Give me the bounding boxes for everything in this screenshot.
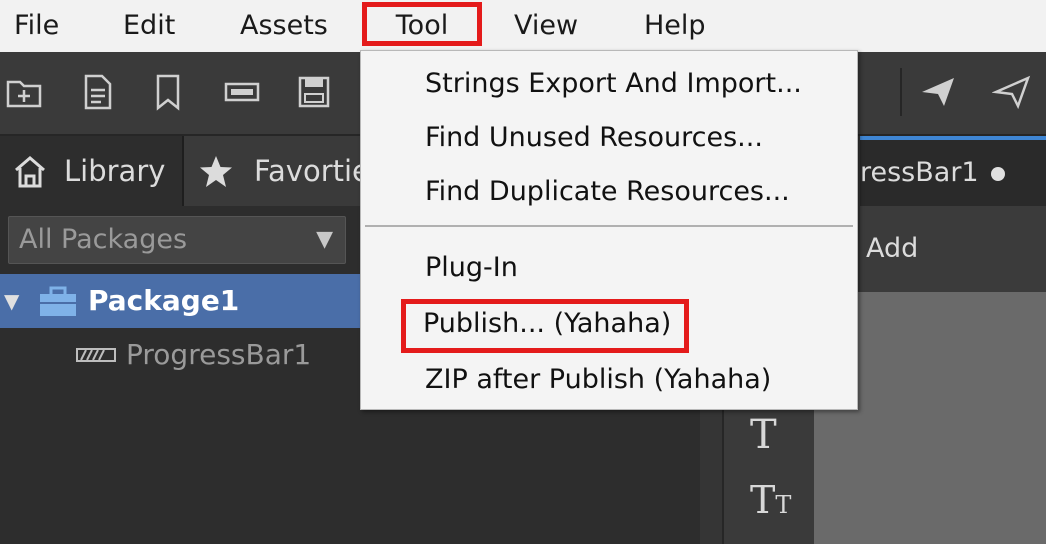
bookmark-icon[interactable] [148, 72, 188, 112]
new-folder-icon[interactable] [4, 72, 44, 112]
menu-assets[interactable]: Assets [240, 0, 340, 52]
publish-icon[interactable] [918, 72, 958, 112]
save-icon[interactable] [294, 72, 334, 112]
tab-library[interactable]: Library [0, 136, 184, 206]
library-icon [15, 156, 45, 188]
component-name: ProgressBar1 [126, 338, 312, 371]
document-tab[interactable]: ressBar1 [860, 136, 1046, 206]
add-button[interactable]: Add [860, 206, 1046, 292]
menu-plug-in[interactable]: Plug-In [425, 243, 518, 293]
star-icon [200, 156, 232, 187]
menu-edit[interactable]: Edit [123, 0, 193, 52]
tab-favorites[interactable]: Favorties [184, 136, 385, 206]
expand-arrow-icon[interactable]: ▼ [4, 274, 19, 328]
text-icon[interactable]: T [750, 412, 777, 458]
menu-find-duplicate-resources[interactable]: Find Duplicate Resources... [425, 167, 790, 217]
new-component-icon[interactable] [222, 72, 262, 112]
add-label: Add [866, 233, 919, 264]
tool-menu-dropdown: Strings Export And Import... Find Unused… [360, 50, 858, 410]
menu-separator [365, 225, 853, 227]
rich-text-icon[interactable]: TT [750, 478, 791, 522]
menu-strings-export-import[interactable]: Strings Export And Import... [425, 59, 802, 109]
chevron-down-icon: ▼ [316, 227, 333, 252]
menu-view[interactable]: View [514, 0, 594, 52]
menu-zip-after-publish[interactable]: ZIP after Publish (Yahaha) [425, 355, 771, 405]
menu-file[interactable]: File [14, 0, 74, 52]
progressbar-icon [76, 348, 116, 362]
unsaved-dot-icon [990, 166, 1005, 181]
package-filter-value: All Packages [19, 224, 188, 255]
publish-all-icon[interactable] [991, 72, 1032, 112]
package-filter-select[interactable]: All Packages ▼ [8, 216, 346, 264]
package-icon [40, 286, 76, 316]
menu-tool[interactable]: Tool [362, 2, 482, 46]
document-tab-label: ressBar1 [860, 157, 979, 188]
menu-help[interactable]: Help [644, 0, 724, 52]
toolbar-divider [900, 68, 902, 116]
tab-library-label: Library [64, 154, 166, 188]
new-document-icon[interactable] [78, 72, 118, 112]
menu-bar: File Edit Assets Tool View Help [0, 0, 1046, 52]
package-name: Package1 [88, 284, 240, 317]
menu-find-unused-resources[interactable]: Find Unused Resources... [425, 113, 763, 163]
menu-publish-yahaha[interactable]: Publish... (Yahaha) [401, 299, 690, 353]
